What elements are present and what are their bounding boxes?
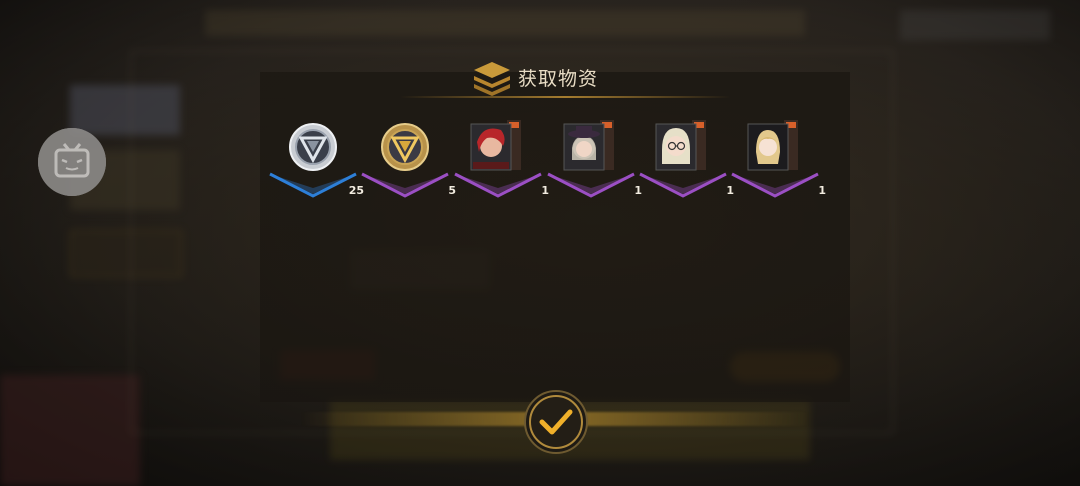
character-card-icon [655,120,706,171]
supplies-stack-icon [474,62,510,96]
reward-item[interactable]: 1 [730,118,826,200]
confirm-button[interactable] [522,388,590,456]
reward-item[interactable]: 1 [546,118,642,200]
character-card-icon [563,120,614,171]
checkmark-icon [524,390,588,454]
background-shape [205,10,805,36]
rarity-marker-blue [269,172,357,198]
reward-item[interactable]: 1 [453,118,549,200]
silver-badge-icon [289,123,337,171]
rarity-marker-purple [454,172,542,198]
dialog-title: 获取物资 [518,68,599,90]
gold-badge-icon [381,123,429,171]
title-divider [400,96,730,98]
rarity-marker-purple [639,172,727,198]
rarity-marker-purple [361,172,449,198]
reward-item[interactable]: 1 [638,118,734,200]
reward-item[interactable]: 25 [268,118,364,200]
rarity-marker-purple [731,172,819,198]
background-shape [900,10,1050,40]
character-card-icon [747,120,798,171]
character-card-icon [470,120,521,171]
floating-avatar[interactable] [38,128,106,196]
rarity-marker-purple [547,172,635,198]
item-count: 1 [818,184,826,197]
tv-face-icon [38,128,106,196]
background-shape [0,375,140,486]
reward-item[interactable]: 5 [360,118,456,200]
